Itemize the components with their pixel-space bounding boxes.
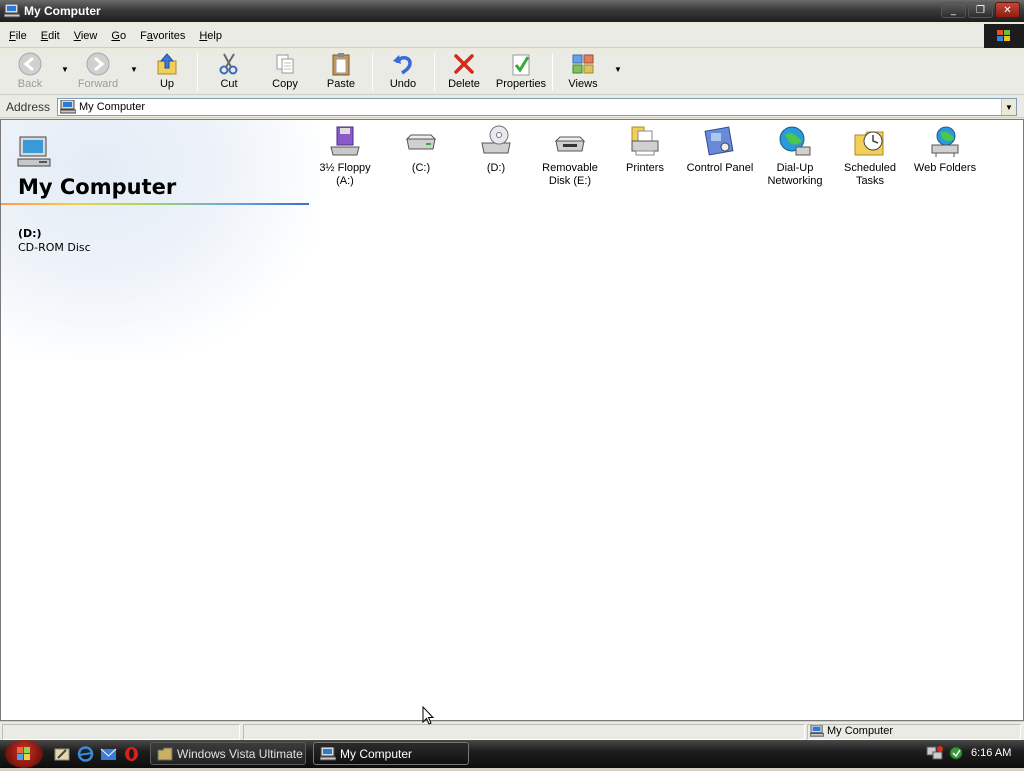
printers-icon <box>631 126 659 156</box>
status-bar: My Computer <box>0 721 1024 740</box>
selected-item-type: CD-ROM Disc <box>18 241 91 254</box>
quicklaunch-outlook-icon[interactable] <box>100 746 117 762</box>
toolbar-separator <box>197 53 198 91</box>
my-computer-icon <box>4 4 20 18</box>
menu-edit[interactable]: Edit <box>35 30 66 42</box>
folder-item-web-folders[interactable]: Web Folders <box>907 124 983 175</box>
menu-favorites[interactable]: Favorites <box>134 30 191 42</box>
quicklaunch-show-desktop-icon[interactable] <box>54 746 71 762</box>
toolbar-separator <box>552 53 553 91</box>
address-bar: Address My Computer ▼ <box>0 96 1024 118</box>
standard-toolbar: Back ▼ Forward ▼ Up Cut Copy Paste Undo … <box>0 49 1024 95</box>
title-bar[interactable]: My Computer _ ❐ ✕ <box>0 0 1024 22</box>
forward-dropdown-icon[interactable]: ▼ <box>130 65 138 74</box>
drive-item-c[interactable]: (C:) <box>383 124 459 175</box>
mouse-cursor-icon <box>422 706 434 725</box>
folder-item-scheduled-tasks[interactable]: Scheduled Tasks <box>832 124 908 188</box>
taskbar-item-vista[interactable]: Windows Vista Ultimate ... <box>150 742 306 765</box>
windows-orb-icon <box>17 747 30 760</box>
minimize-button[interactable]: _ <box>941 2 966 18</box>
cd-drive-icon <box>481 125 511 154</box>
restore-button[interactable]: ❐ <box>968 2 993 18</box>
quicklaunch-opera-icon[interactable] <box>123 746 140 762</box>
my-computer-icon <box>60 100 76 114</box>
window-title: My Computer <box>24 4 101 18</box>
tray-network-icon[interactable] <box>926 745 944 761</box>
taskbar-clock[interactable]: 6:16 AM <box>971 747 1011 759</box>
back-button[interactable]: Back <box>12 51 48 93</box>
quicklaunch-ie-icon[interactable] <box>77 746 94 762</box>
folder-item-control-panel[interactable]: Control Panel <box>682 124 758 175</box>
address-value: My Computer <box>79 101 146 113</box>
scissors-icon <box>219 53 238 75</box>
delete-x-icon <box>454 54 474 74</box>
web-folders-icon <box>931 126 959 157</box>
cut-button[interactable]: Cut <box>214 51 244 93</box>
address-label: Address <box>6 100 51 114</box>
status-pane-2 <box>243 724 805 740</box>
forward-arrow-icon <box>86 52 110 76</box>
system-tray <box>926 745 965 761</box>
menu-go[interactable]: Go <box>105 30 132 42</box>
scheduled-tasks-icon <box>854 131 884 156</box>
removable-disk-icon <box>554 136 586 152</box>
taskbar-item-my-computer[interactable]: My Computer <box>313 742 469 765</box>
views-dropdown-icon[interactable]: ▼ <box>614 65 622 74</box>
properties-button[interactable]: Properties <box>494 51 548 93</box>
folder-icon <box>157 747 173 760</box>
copy-icon <box>276 54 294 74</box>
up-button[interactable]: Up <box>152 51 182 93</box>
views-icon <box>572 54 594 74</box>
drive-item-floppy[interactable]: 3½ Floppy (A:) <box>307 124 383 188</box>
paste-button[interactable]: Paste <box>324 51 358 93</box>
back-arrow-icon <box>18 52 42 76</box>
status-location: My Computer <box>827 725 894 737</box>
toolbar-separator <box>372 53 373 91</box>
my-computer-icon <box>810 725 824 737</box>
delete-button[interactable]: Delete <box>446 51 482 93</box>
menu-bar: File Edit View Go Favorites Help <box>0 24 1024 48</box>
hard-disk-icon <box>405 134 437 150</box>
close-button[interactable]: ✕ <box>995 2 1020 18</box>
title-rule <box>1 203 309 205</box>
address-dropdown-icon[interactable]: ▼ <box>1001 99 1016 115</box>
views-button[interactable]: Views <box>566 51 600 93</box>
copy-button[interactable]: Copy <box>270 51 300 93</box>
tray-status-icon[interactable] <box>947 745 965 761</box>
start-button[interactable] <box>5 740 43 768</box>
up-folder-icon <box>157 53 177 75</box>
floppy-drive-icon <box>330 126 360 156</box>
menu-view[interactable]: View <box>68 30 104 42</box>
selected-item-name: (D:) <box>18 227 42 240</box>
undo-button[interactable]: Undo <box>388 51 418 93</box>
folder-title: My Computer <box>18 175 177 199</box>
dialup-networking-icon <box>779 126 811 156</box>
folder-item-printers[interactable]: Printers <box>607 124 683 175</box>
properties-icon <box>512 54 530 76</box>
drive-item-d[interactable]: (D:) <box>458 124 534 175</box>
undo-icon <box>393 55 412 75</box>
clipboard-icon <box>332 53 350 76</box>
drive-item-removable[interactable]: Removable Disk (E:) <box>532 124 608 188</box>
address-input[interactable]: My Computer ▼ <box>57 98 1017 116</box>
explorer-window: My Computer _ ❐ ✕ File Edit View Go Favo… <box>0 0 1024 740</box>
my-computer-icon <box>17 136 51 167</box>
folder-item-dialup[interactable]: Dial-Up Networking <box>757 124 833 188</box>
taskbar: Windows Vista Ultimate ... My Computer 6… <box>0 740 1024 768</box>
folder-view: My Computer (D:) CD-ROM Disc 3½ Floppy (A… <box>0 119 1024 721</box>
control-panel-icon <box>704 126 734 156</box>
windows-logo-icon <box>984 24 1024 48</box>
my-computer-icon <box>320 746 336 760</box>
status-pane-1 <box>2 724 240 740</box>
back-dropdown-icon[interactable]: ▼ <box>61 65 69 74</box>
menu-file[interactable]: File <box>3 30 33 42</box>
toolbar-separator <box>434 53 435 91</box>
forward-button[interactable]: Forward <box>76 51 120 93</box>
menu-help[interactable]: Help <box>193 30 228 42</box>
